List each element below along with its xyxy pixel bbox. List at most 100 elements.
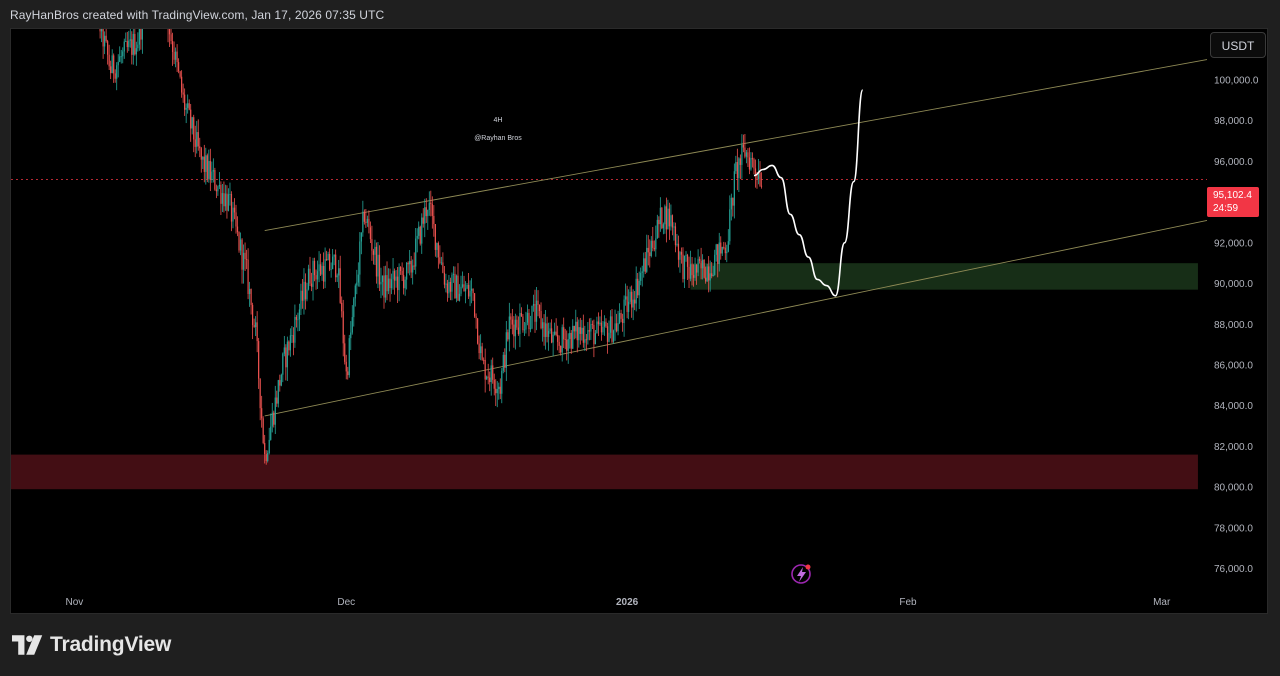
price-chart[interactable]: 100,000.098,000.096,000.094,000.092,000.… [11, 29, 1269, 615]
candle-body [538, 305, 541, 312]
candle-body [357, 274, 359, 283]
candle-body [264, 443, 266, 455]
candle-body [185, 107, 187, 110]
candle-body [581, 327, 583, 334]
candle-body [467, 284, 470, 297]
candle-body [502, 354, 504, 371]
candle-body [516, 319, 518, 328]
candle-body [132, 33, 134, 55]
candle-body [286, 341, 288, 368]
candle-body [529, 328, 532, 330]
candle-body [558, 341, 560, 346]
candle-body [662, 224, 664, 229]
candle-body [730, 197, 732, 210]
candle-body [732, 197, 734, 206]
candle-body [591, 324, 593, 326]
candle-body [614, 323, 616, 331]
candle-body [511, 319, 513, 325]
candle-body [461, 284, 464, 287]
candle-body [353, 298, 355, 318]
candle-body [637, 278, 639, 296]
candle-body [587, 330, 589, 340]
candle-body [496, 389, 498, 394]
candle-body [692, 275, 695, 278]
candle-body [184, 94, 186, 110]
candle-body [223, 193, 225, 207]
candle-body [242, 252, 245, 270]
candle-body [495, 388, 497, 394]
candle-body [256, 322, 258, 342]
candle-body [428, 202, 430, 210]
candle-body [691, 264, 693, 276]
candle-body [335, 254, 337, 278]
candle-body [563, 327, 565, 340]
candle-body [718, 242, 720, 264]
candle-body [224, 193, 227, 207]
candle-body [711, 273, 713, 277]
candle-body [436, 243, 438, 250]
candle-body [569, 332, 571, 340]
candle-body [333, 254, 335, 257]
candle-body [250, 288, 252, 305]
candle-body [400, 267, 402, 272]
candle-body [194, 139, 196, 147]
candle-body [706, 266, 708, 282]
candle-body [350, 332, 352, 339]
tradingview-logo[interactable]: TradingView [12, 632, 171, 658]
candle-body [484, 359, 486, 380]
candle-body [433, 215, 435, 225]
candle-body [490, 365, 492, 383]
candle-body [600, 322, 603, 333]
candle-body [430, 202, 432, 204]
candle-body [576, 321, 578, 341]
candle-body [464, 288, 467, 292]
candle-body [717, 244, 719, 264]
candle-body [431, 203, 433, 216]
candle-body [248, 288, 251, 294]
candle-body [188, 103, 190, 110]
candle-body [611, 316, 613, 342]
candle-body [300, 290, 302, 310]
candle-body [760, 185, 763, 187]
candle-body [324, 259, 326, 282]
candle-body [383, 275, 385, 298]
currency-button[interactable]: USDT [1210, 32, 1266, 58]
candle-body [661, 207, 663, 229]
chart-panel[interactable]: 100,000.098,000.096,000.094,000.092,000.… [10, 28, 1268, 614]
timeframe-note: 4H [494, 117, 503, 124]
candle-body [493, 379, 495, 389]
candle-body [689, 264, 692, 279]
candle-body [117, 61, 119, 66]
candle-body [375, 246, 378, 277]
candle-body [419, 226, 421, 244]
y-tick-label: 84,000.0 [1214, 401, 1253, 412]
channel-lower-line [264, 219, 1208, 417]
candle-body [310, 283, 313, 287]
candle-body [458, 293, 461, 301]
candle-body [632, 299, 634, 308]
candle-body [534, 303, 536, 322]
candle-body [108, 54, 110, 67]
candle-body [451, 274, 453, 292]
candle-body [329, 254, 331, 270]
candle-countdown: 24:59 [1213, 203, 1239, 214]
candle-body [369, 227, 372, 240]
candle-body [634, 299, 636, 304]
candle-body [561, 327, 563, 353]
candle-body [649, 252, 651, 257]
candle-body [193, 117, 195, 140]
candle-body [410, 260, 412, 273]
y-tick-label: 76,000.0 [1214, 564, 1253, 575]
x-tick-label: Dec [337, 597, 355, 608]
candle-body [683, 255, 686, 280]
candle-body [463, 284, 465, 292]
notification-dot-icon [805, 564, 811, 570]
candle-body [362, 211, 364, 233]
y-tick-label: 86,000.0 [1214, 361, 1253, 372]
candle-body [229, 194, 231, 195]
y-tick-label: 90,000.0 [1214, 279, 1253, 290]
candle-body [694, 264, 696, 278]
brand-name: TradingView [50, 633, 172, 656]
candle-body [245, 259, 248, 260]
candle-body [170, 34, 172, 42]
